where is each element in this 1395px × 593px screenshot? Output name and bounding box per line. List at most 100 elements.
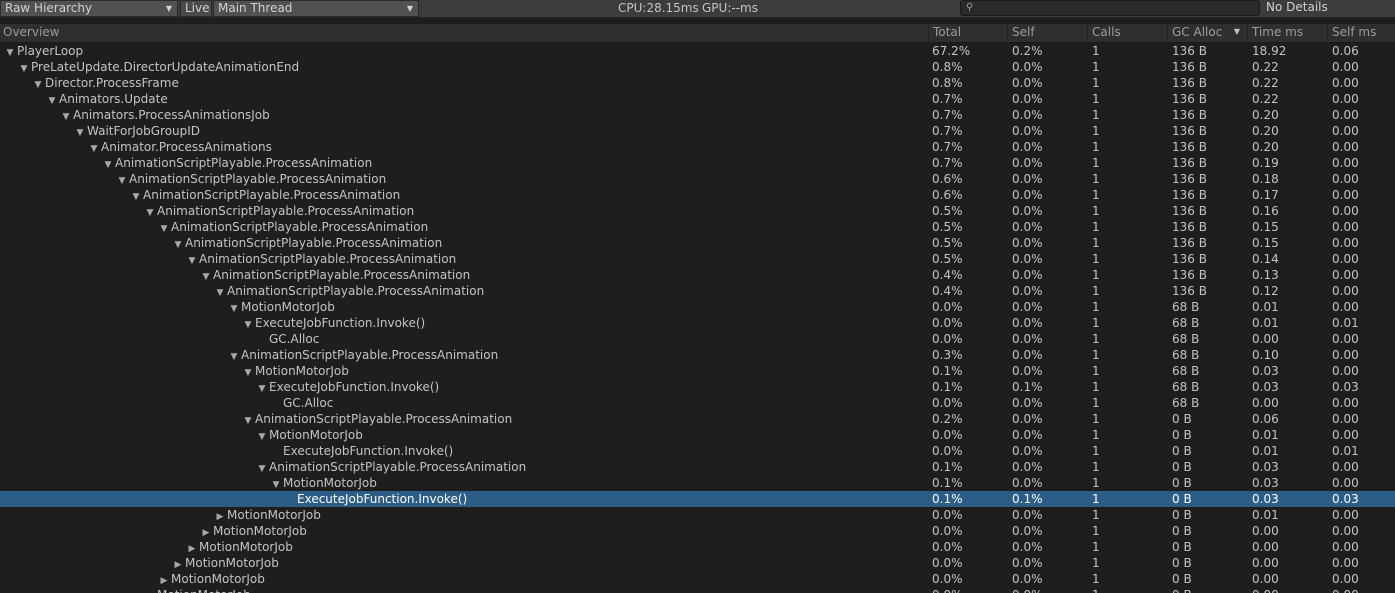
expanded-arrow-icon[interactable]: ▼ [31,77,45,91]
table-row[interactable]: ▼ AnimationScriptPlayable.ProcessAnimatio… [0,171,1395,187]
table-row[interactable]: ▼ AnimationScriptPlayable.ProcessAnimatio… [0,219,1395,235]
self-ms-cell: 0.00 [1332,348,1359,362]
table-row[interactable]: ▼ Animators.ProcessAnimationsJob 0.7% 0.0% 1… [0,107,1395,123]
search-input[interactable] [977,1,1257,15]
thread-dropdown[interactable]: Main Thread ▼ [213,0,419,17]
gc-alloc-cell: 136 B [1172,188,1207,202]
table-row[interactable]: ▼ ExecuteJobFunction.Invoke() 0.0% 0.0% 1 68 … [0,315,1395,331]
total-cell: 0.1% [932,364,963,378]
search-field[interactable]: ⚲ [960,0,1260,16]
expanded-arrow-icon[interactable]: ▼ [45,93,59,107]
table-row[interactable]: ▼ AnimationScriptPlayable.ProcessAnimatio… [0,235,1395,251]
calls-cell: 1 [1092,60,1100,74]
table-row[interactable]: ▼ AnimationScriptPlayable.ProcessAnimatio… [0,411,1395,427]
expanded-arrow-icon[interactable]: ▼ [129,189,143,203]
table-row[interactable]: ▼ PreLateUpdate.DirectorUpdateAnimationEn… [0,59,1395,75]
expanded-arrow-icon[interactable]: ▼ [213,285,227,299]
expanded-arrow-icon[interactable]: ▼ [59,109,73,123]
table-row[interactable]: GC.Alloc 0.0% 0.0% 1 68 B 0.00 0.00 [0,331,1395,347]
expanded-arrow-icon[interactable]: ▼ [3,45,17,59]
column-self-ms[interactable]: Self ms [1327,24,1395,42]
self-cell: 0.2% [1012,44,1043,58]
details-dropdown[interactable]: No Details [1262,0,1395,17]
expanded-arrow-icon[interactable]: ▼ [87,141,101,155]
collapsed-arrow-icon[interactable]: ▶ [157,573,171,587]
self-ms-cell: 0.00 [1332,284,1359,298]
table-row[interactable]: ▼ Animators.Update 0.7% 0.0% 1 136 B 0.22 0.00 [0,91,1395,107]
table-row[interactable]: ▼ Director.ProcessFrame 0.8% 0.0% 1 136 B 0.22… [0,75,1395,91]
table-row[interactable]: ▶ MotionMotorJob 0.0% 0.0% 1 0 B 0.01 0.00 [0,507,1395,523]
self-ms-cell: 0.00 [1332,188,1359,202]
column-calls[interactable]: Calls [1087,24,1167,42]
collapsed-arrow-icon[interactable]: ▶ [199,525,213,539]
expanded-arrow-icon[interactable]: ▼ [255,429,269,443]
row-name-cell: ▼ AnimationScriptPlayable.ProcessAnimatio… [0,187,1054,203]
table-row[interactable]: ▼ AnimationScriptPlayable.ProcessAnimatio… [0,155,1395,171]
column-time-ms[interactable]: Time ms [1247,24,1327,42]
expanded-arrow-icon[interactable]: ▼ [115,173,129,187]
table-row[interactable]: ▼ AnimationScriptPlayable.ProcessAnimatio… [0,283,1395,299]
table-row[interactable]: GC.Alloc 0.0% 0.0% 1 68 B 0.00 0.00 [0,395,1395,411]
expanded-arrow-icon[interactable]: ▼ [227,349,241,363]
expanded-arrow-icon[interactable]: ▼ [101,157,115,171]
live-toggle-button[interactable]: Live [180,0,212,17]
row-name-label: MotionMotorJob [157,588,251,593]
cpu-time: CPU:28.15ms [618,1,699,15]
expanded-arrow-icon[interactable]: ▼ [143,205,157,219]
table-row[interactable]: ▼ AnimationScriptPlayable.ProcessAnimatio… [0,267,1395,283]
expanded-arrow-icon[interactable]: ▼ [199,269,213,283]
column-overview[interactable]: Overview [0,24,928,42]
table-row[interactable]: ▼ AnimationScriptPlayable.ProcessAnimatio… [0,347,1395,363]
table-row[interactable]: ExecuteJobFunction.Invoke() 0.1% 0.1% 1 0 B 0… [0,491,1395,507]
expanded-arrow-icon[interactable]: ▼ [171,237,185,251]
column-header: Overview Total Self Calls GC Alloc ▼ Time… [0,24,1395,43]
table-row[interactable]: ▼ Animator.ProcessAnimations 0.7% 0.0% 1 136 … [0,139,1395,155]
expanded-arrow-icon[interactable]: ▼ [241,413,255,427]
hierarchy-tree[interactable]: ▼ PlayerLoop 67.2% 0.2% 1 136 B 18.92 0.06 ▼ PreL… [0,43,1395,593]
self-ms-cell: 0.01 [1332,316,1359,330]
table-row[interactable]: ▼ MotionMotorJob 0.0% 0.0% 1 0 B 0.01 0.00 [0,427,1395,443]
self-cell: 0.0% [1012,587,1043,593]
expanded-arrow-icon[interactable]: ▼ [255,461,269,475]
table-row[interactable]: ▶MotionMotorJob0.0%0.0%10 B0.000.00 [0,555,1395,571]
total-cell: 0.1% [932,476,963,490]
table-row[interactable]: ▶MotionMotorJob0.0%0.0%10 B0.000.00 [0,571,1395,587]
table-row[interactable]: ▼ MotionMotorJob 0.1% 0.0% 1 68 B 0.03 0.00 [0,363,1395,379]
total-cell: 0.7% [932,156,963,170]
row-name-cell: ▼ Director.ProcessFrame [0,75,956,91]
self-ms-cell: 0.00 [1332,300,1359,314]
table-row[interactable]: ▼ MotionMotorJob 0.0% 0.0% 1 68 B 0.01 0.00 [0,299,1395,315]
expanded-arrow-icon[interactable]: ▼ [241,365,255,379]
expanded-arrow-icon[interactable]: ▼ [241,317,255,331]
table-row[interactable]: ▼ WaitForJobGroupID 0.7% 0.0% 1 136 B 0.20 0.00 [0,123,1395,139]
collapsed-arrow-icon[interactable]: ▶ [213,509,227,523]
total-cell: 0.3% [932,348,963,362]
table-row[interactable]: ▼ ExecuteJobFunction.Invoke() 0.1% 0.1% 1 68 … [0,379,1395,395]
table-row[interactable]: ▼ MotionMotorJob 0.1% 0.0% 1 0 B 0.03 0.00 [0,475,1395,491]
expanded-arrow-icon[interactable]: ▼ [157,221,171,235]
total-cell: 0.1% [932,460,963,474]
gc-alloc-cell: 68 B [1172,332,1200,346]
collapsed-arrow-icon[interactable]: ▶ [143,589,157,593]
collapsed-arrow-icon[interactable]: ▶ [171,557,185,571]
collapsed-arrow-icon[interactable]: ▶ [185,541,199,555]
expanded-arrow-icon[interactable]: ▼ [255,381,269,395]
table-row[interactable]: ▶MotionMotorJob0.0%0.0%10 B0.000.00 [0,539,1395,555]
table-row[interactable]: ▼ AnimationScriptPlayable.ProcessAnimatio… [0,251,1395,267]
expanded-arrow-icon[interactable]: ▼ [227,301,241,315]
table-row[interactable]: ▼ AnimationScriptPlayable.ProcessAnimatio… [0,203,1395,219]
table-row[interactable]: ▼ AnimationScriptPlayable.ProcessAnimatio… [0,459,1395,475]
table-row[interactable]: ▼ AnimationScriptPlayable.ProcessAnimatio… [0,187,1395,203]
expanded-arrow-icon[interactable]: ▼ [17,61,31,75]
expanded-arrow-icon[interactable]: ▼ [185,253,199,267]
column-total[interactable]: Total [928,24,1007,42]
table-row[interactable]: ▶MotionMotorJob0.0%0.0%10 B0.000.00 [0,523,1395,539]
table-row[interactable]: ▶MotionMotorJob0.0%0.0%10 B0.000.00 [0,587,1395,593]
column-self[interactable]: Self [1007,24,1087,42]
table-row[interactable]: ExecuteJobFunction.Invoke() 0.0% 0.0% 1 0 B 0… [0,443,1395,459]
expanded-arrow-icon[interactable]: ▼ [73,125,87,139]
column-gc-alloc[interactable]: GC Alloc ▼ [1167,24,1247,42]
table-row[interactable]: ▼ PlayerLoop 67.2% 0.2% 1 136 B 18.92 0.06 [0,43,1395,59]
expanded-arrow-icon[interactable]: ▼ [269,477,283,491]
view-mode-dropdown[interactable]: Raw Hierarchy ▼ [0,0,178,17]
